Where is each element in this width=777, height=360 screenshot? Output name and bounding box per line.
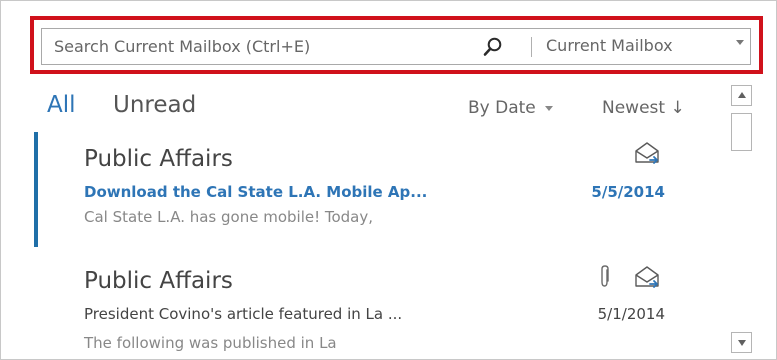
message-preview: The following was published in La [84,334,337,352]
search-icon[interactable] [482,36,504,58]
selection-indicator [34,132,38,247]
message-date: 5/1/2014 [597,305,665,323]
forward-envelope-icon [633,140,661,166]
forward-envelope-icon [633,264,661,290]
vertical-scrollbar[interactable] [731,83,754,355]
sort-by-date-dropdown[interactable]: By Date [468,98,553,118]
message-sender: Public Affairs [84,146,233,172]
search-scope-dropdown[interactable]: Current Mailbox [542,29,750,64]
message-subject: Download the Cal State L.A. Mobile Ap... [84,183,428,201]
search-divider [531,37,532,57]
message-subject: President Covino's article featured in L… [84,305,403,323]
search-input[interactable] [42,29,472,64]
scroll-up-button[interactable] [731,85,752,106]
search-bar: Current Mailbox [41,28,751,65]
sort-order-toggle[interactable]: Newest ↓ [602,98,685,118]
scroll-thumb[interactable] [731,113,752,151]
mail-list-pane: Current Mailbox All Unread By Date Newes… [0,0,777,360]
sort-by-date-label: By Date [468,98,536,118]
chevron-down-icon [544,105,553,111]
message-sender: Public Affairs [84,268,233,294]
scroll-down-button[interactable] [731,332,752,353]
search-scope-label: Current Mailbox [546,36,673,55]
filter-all-tab[interactable]: All [47,92,76,118]
message-date: 5/5/2014 [591,183,665,201]
message-preview: Cal State L.A. has gone mobile! Today, [84,208,374,226]
paperclip-icon [598,264,612,290]
filter-unread-tab[interactable]: Unread [113,92,196,118]
message-item[interactable]: Public Affairs Download the Cal State L.… [31,132,721,247]
chevron-down-icon[interactable] [736,40,744,45]
message-item[interactable]: Public Affairs President Covino's articl… [31,254,721,360]
